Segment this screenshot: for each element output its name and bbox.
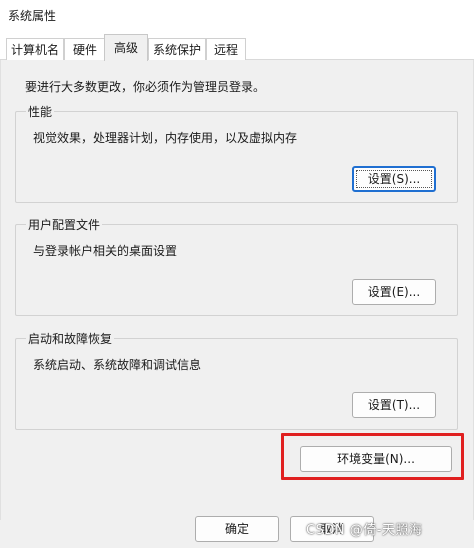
tab-system-protection[interactable]: 系统保护 [148, 38, 206, 60]
annotation-highlight-box [281, 433, 464, 480]
startup-recovery-group: 启动和故障恢复 系统启动、系统故障和调试信息 设置(T)... [15, 330, 458, 430]
tab-computer-name[interactable]: 计算机名 [6, 38, 64, 60]
admin-notice: 要进行大多数更改，你必须作为管理员登录。 [25, 80, 266, 94]
performance-settings-button[interactable]: 设置(S)... [352, 166, 436, 192]
tab-hardware[interactable]: 硬件 [64, 38, 106, 60]
window-title: 系统属性 [8, 9, 57, 23]
startup-recovery-settings-button[interactable]: 设置(T)... [352, 392, 436, 418]
tab-advanced[interactable]: 高级 [104, 34, 148, 61]
user-profiles-group-title: 用户配置文件 [26, 216, 103, 233]
csdn-watermark: CSDN @倚-天照海 [306, 523, 423, 538]
user-profiles-settings-button[interactable]: 设置(E)... [352, 279, 436, 305]
performance-group-title: 性能 [26, 103, 55, 120]
user-profiles-group: 用户配置文件 与登录帐户相关的桌面设置 设置(E)... [15, 216, 458, 316]
startup-recovery-group-title: 启动和故障恢复 [26, 330, 115, 347]
user-profiles-description: 与登录帐户相关的桌面设置 [33, 244, 178, 258]
ok-button[interactable]: 确定 [195, 516, 279, 542]
tab-remote[interactable]: 远程 [206, 38, 246, 60]
performance-group: 性能 视觉效果，处理器计划，内存使用，以及虚拟内存 设置(S)... [15, 103, 458, 203]
title-bar: 系统属性 [0, 0, 474, 30]
startup-recovery-description: 系统启动、系统故障和调试信息 [33, 358, 202, 372]
performance-description: 视觉效果，处理器计划，内存使用，以及虚拟内存 [33, 131, 298, 145]
tab-strip: 计算机名 硬件 高级 系统保护 远程 [0, 30, 474, 61]
